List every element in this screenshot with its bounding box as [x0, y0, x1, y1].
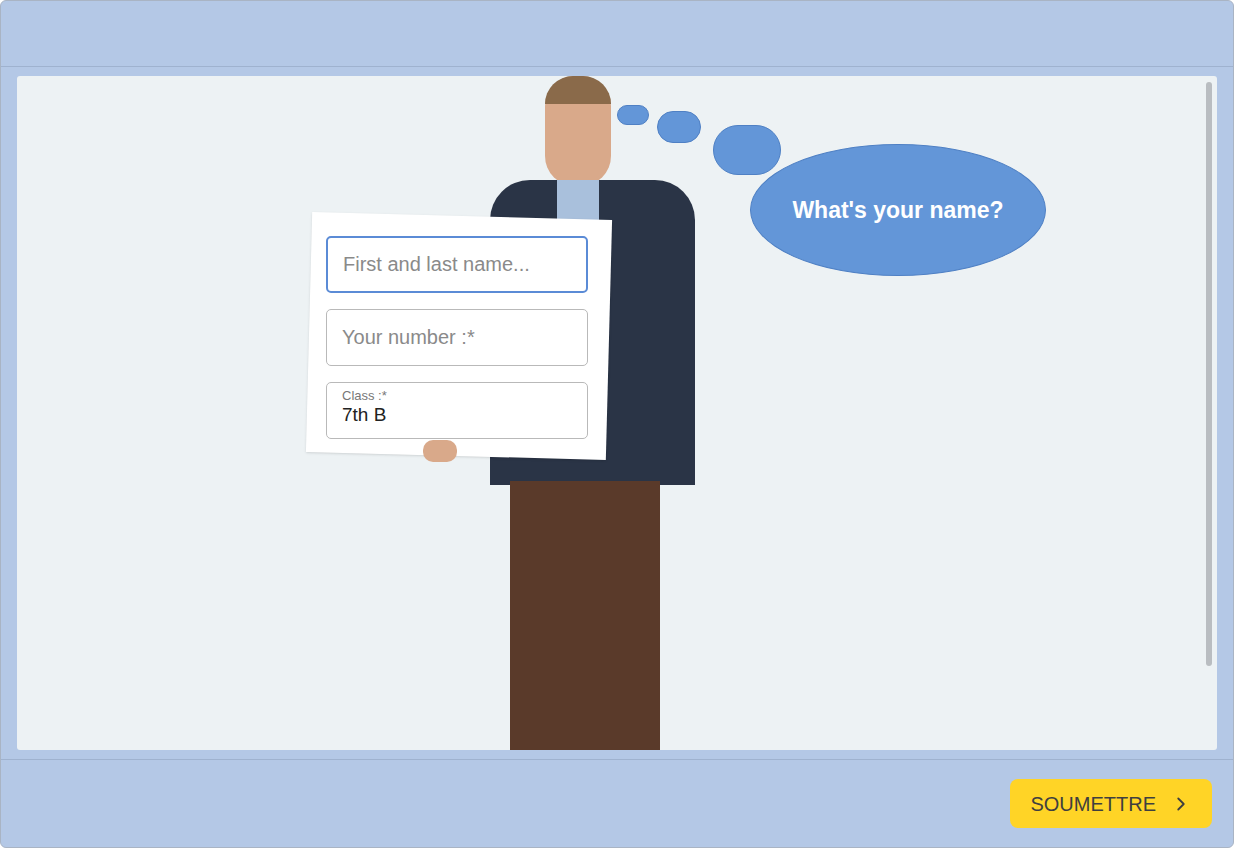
class-label: Class :*: [342, 388, 572, 403]
submit-label: SOUMETTRE: [1030, 789, 1156, 819]
chevron-right-icon: [1170, 793, 1192, 815]
bottom-bar: SOUMETTRE: [1, 759, 1233, 847]
bubble-text: What's your name?: [792, 193, 1003, 228]
top-bar: [1, 1, 1233, 67]
class-input[interactable]: [342, 403, 572, 427]
scrollbar[interactable]: [1206, 82, 1212, 666]
submit-button[interactable]: SOUMETTRE: [1010, 779, 1212, 828]
hand: [423, 440, 457, 462]
name-form: Class :*: [326, 236, 588, 439]
bubble-dot: [617, 105, 649, 125]
text-field[interactable]: [326, 309, 588, 366]
app-window: Class :* What's your name? SOUMETTRE: [0, 0, 1234, 848]
thought-bubble: What's your name?: [750, 144, 1046, 276]
class-field[interactable]: Class :*: [326, 382, 588, 439]
content-panel: Class :* What's your name?: [17, 76, 1217, 750]
bubble-dot: [713, 125, 781, 175]
text-field[interactable]: [326, 236, 588, 293]
bubble-dot: [657, 111, 701, 143]
